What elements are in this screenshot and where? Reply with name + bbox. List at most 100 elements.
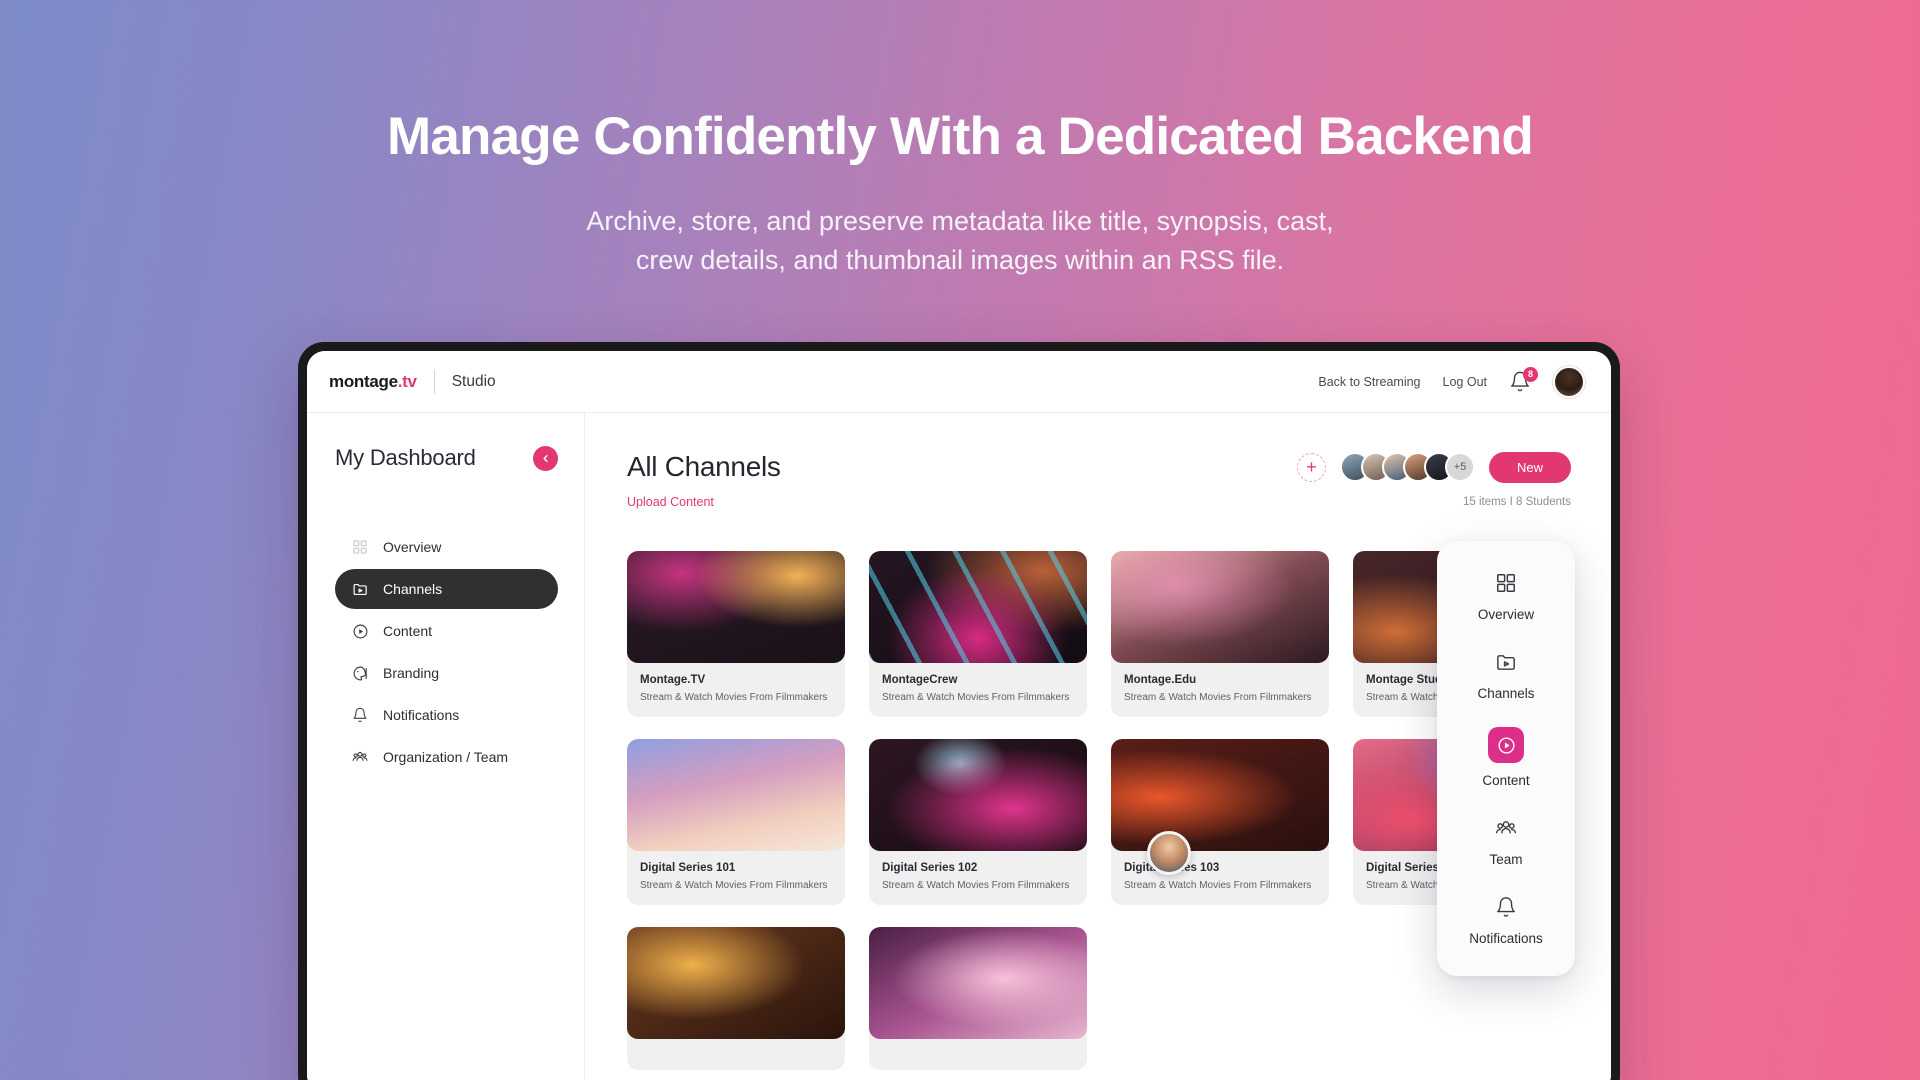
sidebar-item-overview[interactable]: Overview [335,527,558,567]
bell-icon [351,706,369,724]
bell-icon [1492,893,1520,921]
channel-card-body [627,1039,845,1070]
plus-icon: + [1306,457,1317,477]
channel-thumbnail [869,551,1087,663]
channel-owner-avatar [1147,831,1191,875]
brand-section-label: Studio [451,372,496,390]
app-body: My Dashboard Overview Channels Content B… [307,413,1611,1080]
page-title: Manage Confidently With a Dedicated Back… [386,107,1534,166]
back-to-streaming-link[interactable]: Back to Streaming [1318,375,1420,389]
hero-section: Manage Confidently With a Dedicated Back… [0,0,1920,279]
sidebar-collapse-button[interactable] [533,445,558,471]
channel-description: Stream & Watch Movies From Filmmakers [1124,692,1312,703]
upload-content-link[interactable]: Upload Content [627,495,714,509]
app-topbar: montage.tv Studio Back to Streaming Log … [307,351,1611,413]
hero-subtitle-line-1: Archive, store, and preserve metadata li… [586,206,1334,237]
grid-icon [1492,569,1520,597]
hero-subtitle-line-2: crew details, and thumbnail images withi… [635,244,1285,275]
notifications-badge: 8 [1523,366,1538,382]
dashboard-title: My Dashboard [335,445,476,470]
quick-menu-label: Notifications [1469,931,1543,946]
channel-card-body: MontageCrew Stream & Watch Movies From F… [869,663,1087,717]
main-header: All Channels + +5 New [627,451,1571,483]
quick-menu-item-channels[interactable]: Channels [1437,648,1575,701]
folder-video-icon [1492,648,1520,676]
play-circle-icon [351,622,369,640]
user-avatar[interactable] [1553,365,1585,398]
new-button[interactable]: New [1488,451,1571,483]
channel-card[interactable]: Digital Series 103 Stream & Watch Movies… [1111,739,1329,905]
channel-description: Stream & Watch Movies From Filmmakers [882,880,1070,891]
quick-menu-item-overview[interactable]: Overview [1437,569,1575,622]
sidebar-item-branding[interactable]: Branding [335,653,558,693]
main-header-actions: + +5 New [1296,451,1571,483]
channel-card[interactable]: MontageCrew Stream & Watch Movies From F… [869,551,1087,717]
main-subheader: Upload Content 15 items I 8 Students [627,495,1571,509]
channel-card[interactable] [869,927,1087,1070]
quick-menu-label: Overview [1477,607,1535,622]
sidebar-item-label: Content [383,623,433,639]
sidebar-item-notifications[interactable]: Notifications [335,695,558,735]
avatar-overflow-count: +5 [1444,452,1475,482]
quick-menu-item-notifications[interactable]: Notifications [1437,893,1575,946]
chevron-left-icon [543,454,548,462]
log-out-link[interactable]: Log Out [1443,375,1487,389]
channel-description: Stream & Watch Movies From Filmmakers [640,692,828,703]
brand-suffix: .tv [397,371,417,391]
channel-title: Digital Series 102 [882,862,978,874]
sidebar-item-label: Notifications [383,707,460,723]
brand-logo: montage.tv [329,372,417,392]
brand[interactable]: montage.tv Studio [329,369,496,394]
quick-menu-item-content[interactable]: Content [1437,727,1575,788]
channel-card[interactable]: Digital Series 102 Stream & Watch Movies… [869,739,1087,905]
channel-description: Stream & Watch Movies From Filmmakers [882,692,1070,703]
channel-thumbnail [627,739,845,851]
app-screen: montage.tv Studio Back to Streaming Log … [307,351,1611,1080]
sidebar: My Dashboard Overview Channels Content B… [307,413,585,1080]
channel-thumbnail [1111,551,1329,663]
channel-card-body: Digital Series 101 Stream & Watch Movies… [627,851,845,905]
notifications-button[interactable]: 8 [1509,366,1538,394]
channel-thumbnail [869,739,1087,851]
sidebar-item-channels[interactable]: Channels [335,569,558,609]
channel-thumbnail [627,551,845,663]
quick-menu-item-team[interactable]: Team [1437,814,1575,867]
channels-page-title: All Channels [627,451,781,482]
quick-menu-label: Channels [1477,686,1535,701]
topbar-actions: Back to Streaming Log Out 8 [1318,365,1585,398]
channel-card[interactable]: Montage.TV Stream & Watch Movies From Fi… [627,551,845,717]
grid-icon [351,538,369,556]
channel-description: Stream & Watch Movies From Filmmakers [640,880,828,891]
channel-card[interactable]: Digital Series 101 Stream & Watch Movies… [627,739,845,905]
brand-name: montage [329,371,398,391]
sidebar-item-label: Branding [383,665,440,681]
main-content: All Channels + +5 New Upload Content 15 … [585,413,1611,1080]
device-frame: montage.tv Studio Back to Streaming Log … [298,342,1620,1080]
channel-card[interactable] [627,927,845,1070]
quick-menu-label: Team [1489,852,1523,867]
channel-thumbnail [627,927,845,1039]
channel-thumbnail [1111,739,1329,851]
channel-description: Stream & Watch Movies From Filmmakers [1124,880,1312,891]
brand-divider [433,369,435,394]
sidebar-item-content[interactable]: Content [335,611,558,651]
channel-title: Montage.TV [640,674,706,686]
channel-title: Montage.Edu [1124,674,1197,686]
sidebar-item-label: Overview [383,539,442,555]
people-icon [1492,814,1520,842]
add-member-button[interactable]: + [1296,452,1326,482]
channel-card[interactable]: Montage.Edu Stream & Watch Movies From F… [1111,551,1329,717]
channel-card-grid: Montage.TV Stream & Watch Movies From Fi… [627,551,1571,1070]
items-count-label: 15 items I 8 Students [1462,496,1571,508]
folder-video-icon [351,580,369,598]
channel-thumbnail [869,927,1087,1039]
hero-subtitle: Archive, store, and preserve metadata li… [0,202,1920,279]
quick-menu-label: Content [1482,773,1530,788]
channel-card-body: Montage.Edu Stream & Watch Movies From F… [1111,663,1329,717]
channel-card-body: Digital Series 102 Stream & Watch Movies… [869,851,1087,905]
member-avatar-stack[interactable]: +5 [1339,452,1475,482]
sidebar-item-organization-team[interactable]: Organization / Team [335,737,558,777]
channel-title: Digital Series 101 [640,862,736,874]
sidebar-item-label: Organization / Team [383,749,509,765]
people-icon [351,748,369,766]
